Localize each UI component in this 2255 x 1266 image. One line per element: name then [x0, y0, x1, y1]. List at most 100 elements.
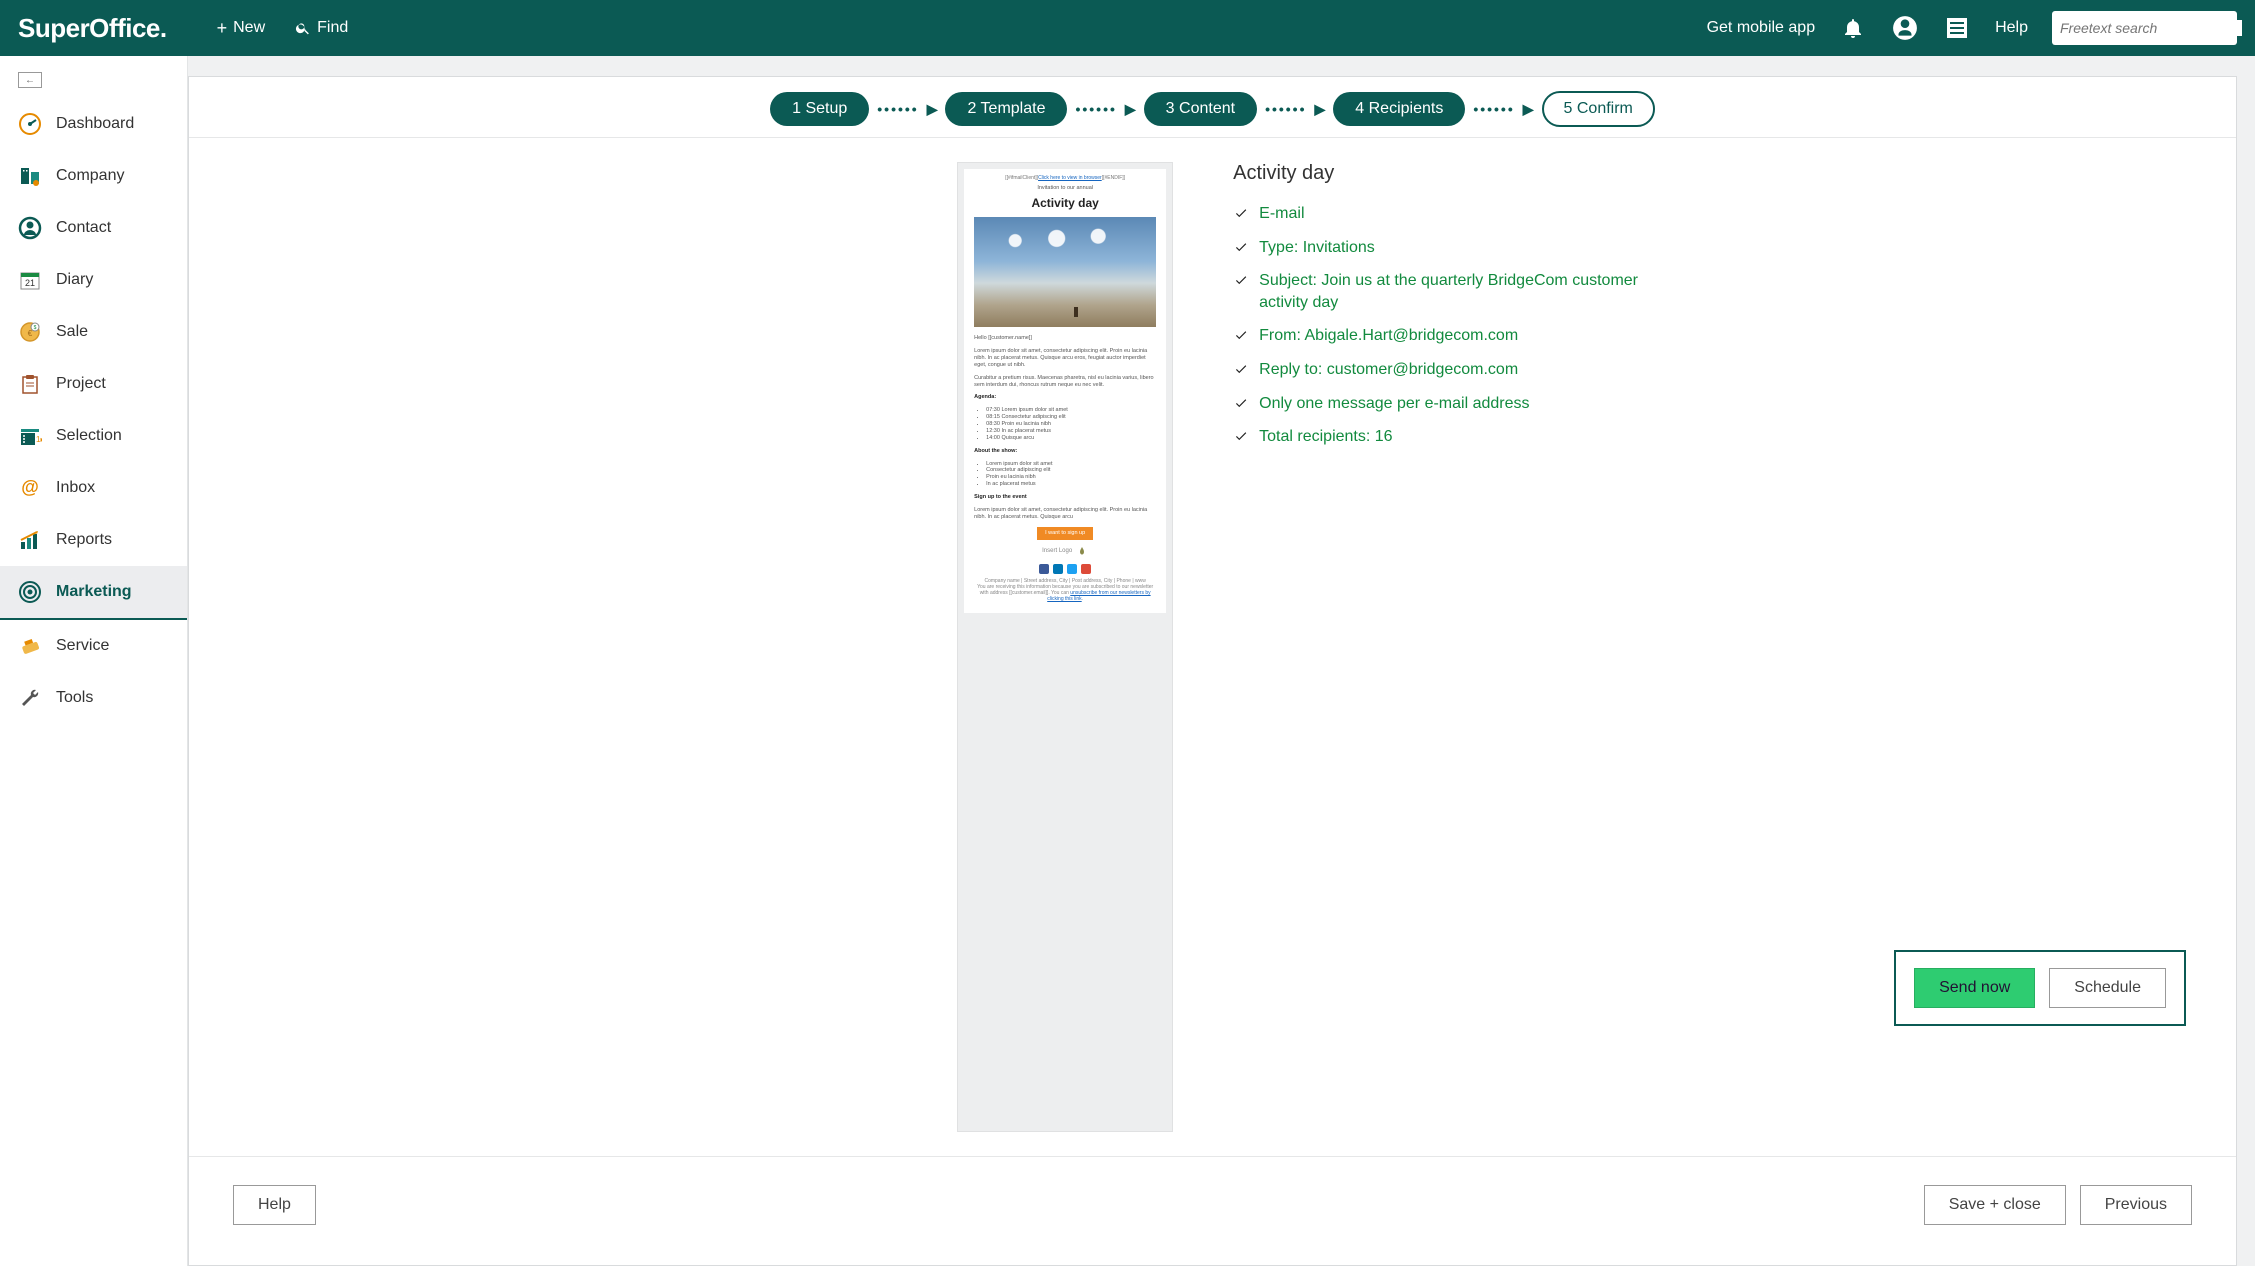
- mailing-panel: 1 Setup •••••• ▶ 2 Template •••••• ▶ 3 Con…: [188, 76, 2237, 1266]
- selection-icon: 1▸: [18, 424, 42, 448]
- summary-line: Subject: Join us at the quarterly Bridge…: [1233, 270, 1653, 313]
- sidebar-item-label: Selection: [56, 427, 122, 445]
- step-dots-icon: ••••••: [1471, 101, 1516, 117]
- sidebar-item-dashboard[interactable]: Dashboard: [0, 98, 187, 150]
- find-label: Find: [317, 19, 348, 37]
- bell-icon[interactable]: [1839, 14, 1867, 42]
- preview-social: [974, 564, 1156, 574]
- sale-icon: $€: [18, 320, 42, 344]
- summary-line: Total recipients: 16: [1233, 426, 1653, 448]
- chevron-right-icon: ▶: [927, 101, 940, 118]
- new-button[interactable]: + New: [217, 18, 266, 39]
- summary-line: Type: Invitations: [1233, 237, 1653, 259]
- sidebar-item-label: Dashboard: [56, 115, 134, 133]
- sidebar-item-marketing[interactable]: Marketing: [0, 566, 187, 620]
- freetext-search[interactable]: [2052, 11, 2237, 45]
- step-template[interactable]: 2 Template: [945, 92, 1067, 126]
- sidebar-item-tools[interactable]: Tools: [0, 672, 187, 724]
- help-button[interactable]: Help: [233, 1185, 316, 1225]
- summary-title: Activity day: [1233, 162, 1653, 185]
- sidebar-item-label: Project: [56, 375, 106, 393]
- svg-text:@: @: [21, 477, 39, 497]
- chevron-right-icon: ▶: [1523, 101, 1536, 118]
- sidebar-item-sale[interactable]: $€ Sale: [0, 306, 187, 358]
- diary-icon: 21: [18, 268, 42, 292]
- sidebar-item-label: Reports: [56, 531, 112, 549]
- sidebar: ← Dashboard Company Contact 21 Diary $€ …: [0, 56, 188, 1266]
- send-now-button[interactable]: Send now: [1914, 968, 2035, 1008]
- get-mobile-link[interactable]: Get mobile app: [1707, 19, 1816, 37]
- sidebar-item-service[interactable]: Service: [0, 620, 187, 672]
- preview-title: Activity day: [974, 196, 1156, 211]
- topbar: SuperOffice. + New Find Get mobile app H…: [0, 0, 2255, 56]
- sidebar-item-selection[interactable]: 1▸ Selection: [0, 410, 187, 462]
- find-button[interactable]: Find: [295, 19, 348, 37]
- chevron-right-icon: ▶: [1125, 101, 1138, 118]
- step-dots-icon: ••••••: [1263, 101, 1308, 117]
- inbox-icon: @: [18, 476, 42, 500]
- svg-text:1▸: 1▸: [36, 435, 42, 444]
- sidebar-item-contact[interactable]: Contact: [0, 202, 187, 254]
- step-confirm[interactable]: 5 Confirm: [1542, 91, 1655, 127]
- email-preview: [[#ifmailClient]]Click here to view in b…: [957, 162, 1173, 1132]
- check-icon: [1233, 206, 1249, 220]
- check-icon: [1233, 273, 1249, 287]
- contact-icon: [18, 216, 42, 240]
- preview-body: Hello [[customer.name]] Lorem ipsum dolo…: [974, 335, 1156, 602]
- plus-icon: +: [217, 18, 228, 39]
- main-content: 1 Setup •••••• ▶ 2 Template •••••• ▶ 3 Con…: [188, 56, 2255, 1266]
- sidebar-item-label: Company: [56, 167, 124, 185]
- schedule-button[interactable]: Schedule: [2049, 968, 2166, 1008]
- wizard-steps: 1 Setup •••••• ▶ 2 Template •••••• ▶ 3 Con…: [189, 77, 2236, 138]
- summary-line: Only one message per e-mail address: [1233, 393, 1653, 415]
- summary-line: Reply to: customer@bridgecom.com: [1233, 359, 1653, 381]
- search-input[interactable]: [2060, 20, 2242, 36]
- svg-text:$: $: [34, 325, 37, 331]
- sidebar-item-diary[interactable]: 21 Diary: [0, 254, 187, 306]
- reports-icon: [18, 528, 42, 552]
- step-setup[interactable]: 1 Setup: [770, 92, 869, 126]
- sidebar-item-label: Diary: [56, 271, 93, 289]
- svg-text:21: 21: [25, 278, 35, 288]
- sidebar-item-reports[interactable]: Reports: [0, 514, 187, 566]
- preview-hero-image: [974, 217, 1156, 327]
- summary-line: E-mail: [1233, 203, 1653, 225]
- dashboard-icon: [18, 112, 42, 136]
- preview-logo: Insert Logo: [974, 546, 1156, 558]
- sidebar-item-inbox[interactable]: @ Inbox: [0, 462, 187, 514]
- tools-icon: [18, 686, 42, 710]
- svg-text:€: €: [28, 329, 33, 338]
- project-icon: [18, 372, 42, 396]
- check-icon: [1233, 362, 1249, 376]
- check-icon: [1233, 429, 1249, 443]
- sidebar-item-label: Service: [56, 637, 109, 655]
- marketing-icon: [18, 580, 42, 604]
- logo-dot: .: [160, 13, 167, 44]
- menu-icon[interactable]: [1943, 14, 1971, 42]
- check-icon: [1233, 396, 1249, 410]
- preview-footer: Company name | Street address, City | Po…: [974, 578, 1156, 603]
- previous-button[interactable]: Previous: [2080, 1185, 2192, 1225]
- send-actions-box: Send now Schedule: [1894, 950, 2186, 1026]
- logo-text: SuperOffice: [18, 13, 160, 44]
- company-icon: [18, 164, 42, 188]
- help-link[interactable]: Help: [1995, 19, 2028, 37]
- step-recipients[interactable]: 4 Recipients: [1333, 92, 1465, 126]
- service-icon: [18, 634, 42, 658]
- search-icon: [295, 20, 311, 36]
- step-dots-icon: ••••••: [875, 101, 920, 117]
- app-logo[interactable]: SuperOffice.: [18, 13, 167, 44]
- user-icon[interactable]: [1891, 14, 1919, 42]
- sidebar-item-project[interactable]: Project: [0, 358, 187, 410]
- summary-line: From: Abigale.Hart@bridgecom.com: [1233, 325, 1653, 347]
- new-label: New: [233, 19, 265, 37]
- email-preview-wrap: [[#ifmailClient]]Click here to view in b…: [229, 162, 1173, 1132]
- sidebar-item-company[interactable]: Company: [0, 150, 187, 202]
- check-icon: [1233, 328, 1249, 342]
- step-content[interactable]: 3 Content: [1144, 92, 1257, 126]
- sidebar-item-label: Sale: [56, 323, 88, 341]
- save-close-button[interactable]: Save + close: [1924, 1185, 2066, 1225]
- collapse-sidebar-icon[interactable]: ←: [18, 72, 42, 88]
- sidebar-item-label: Tools: [56, 689, 93, 707]
- preview-browser-link: [[#ifmailClient]]Click here to view in b…: [974, 175, 1156, 181]
